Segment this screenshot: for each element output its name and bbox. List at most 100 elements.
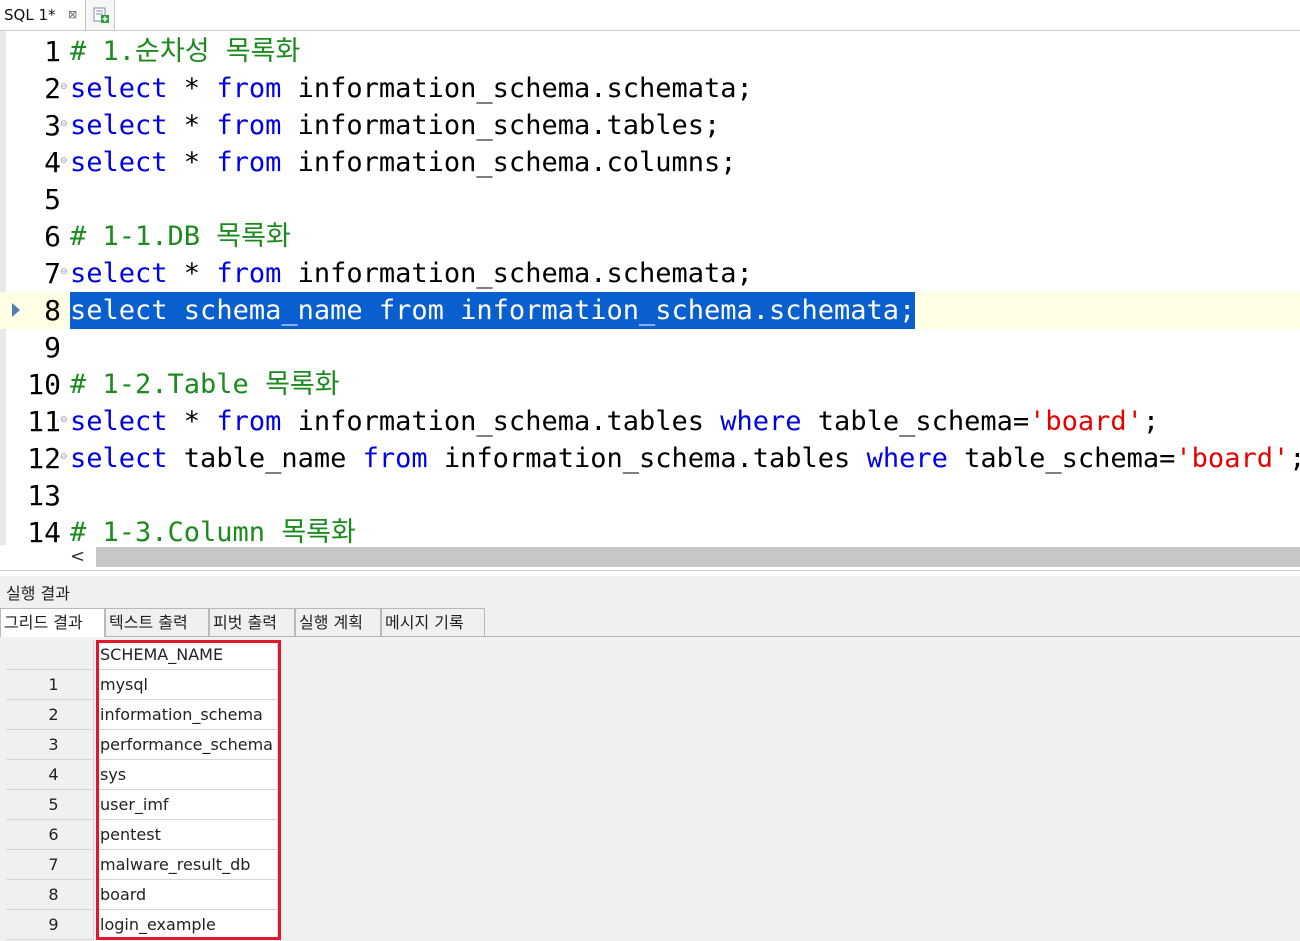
line-number: 9 [44, 331, 61, 364]
editor-line[interactable]: 5 [0, 181, 1300, 218]
editor-line[interactable]: 4 ⊖ select * from information_schema.colum… [0, 144, 1300, 181]
sql-keyword: from [216, 110, 282, 141]
sql-keyword: select [70, 295, 168, 326]
table-cell-schema-name[interactable]: information_schema [96, 700, 278, 730]
sql-text: information_schema.tables; [281, 110, 721, 141]
new-sql-tab-button[interactable] [87, 0, 115, 30]
editor-line[interactable]: 12 ⊖ select table_name from information_sc… [0, 440, 1300, 477]
code-text: # 1.순차성 목록화 [70, 33, 300, 70]
table-cell-schema-name[interactable]: sys [96, 760, 278, 790]
sql-keyword: select [70, 406, 168, 437]
sql-keyword: select [70, 110, 168, 141]
row-number[interactable]: 1 [6, 670, 94, 700]
row-number[interactable]: 7 [6, 850, 94, 880]
table-cell-schema-name[interactable]: performance_schema [96, 730, 278, 760]
fold-toggle-icon[interactable]: ⊖ [60, 120, 68, 129]
results-tabs: 그리드 결과 텍스트 출력 피벗 출력 실행 계획 메시지 기록 [0, 608, 1300, 637]
sql-keyword: select [70, 147, 168, 178]
table-cell-schema-name[interactable]: pentest [96, 820, 278, 850]
scroll-left-icon[interactable]: < [70, 546, 85, 567]
row-number[interactable]: 2 [6, 700, 94, 730]
table-cell-schema-name[interactable]: user_imf [96, 790, 278, 820]
row-number[interactable]: 3 [6, 730, 94, 760]
tab-pivot-output[interactable]: 피벗 출력 [209, 608, 295, 636]
sql-keyword: select [70, 443, 168, 474]
sql-editor[interactable]: 1 # 1.순차성 목록화 2 ⊖ select * from information_… [0, 31, 1300, 545]
sql-text: * [167, 406, 217, 437]
fold-toggle-icon[interactable]: ⊖ [60, 157, 68, 166]
row-number[interactable]: 6 [6, 820, 94, 850]
sql-text: ; [1142, 406, 1160, 437]
editor-line[interactable]: 14 # 1-3.Column 목록화 [0, 514, 1300, 545]
row-number[interactable]: 9 [6, 910, 94, 940]
code-text: select * from information_schema.schemat… [70, 255, 753, 292]
column-header-schema-name[interactable]: SCHEMA_NAME [96, 640, 278, 670]
results-panel: 실행 결과 그리드 결과 텍스트 출력 피벗 출력 실행 계획 메시지 기록 S… [0, 576, 1300, 941]
sql-keyword: select [70, 258, 168, 289]
row-number[interactable]: 4 [6, 760, 94, 790]
line-number: 3 [44, 109, 61, 142]
code-text: # 1-1.DB 목록화 [70, 218, 291, 255]
sql-text: information_schema.schemata; [443, 295, 916, 326]
editor-line[interactable]: 9 [0, 329, 1300, 366]
editor-line[interactable]: 10 # 1-2.Table 목록화 [0, 366, 1300, 403]
sql-string: 'board' [1029, 406, 1143, 437]
fold-toggle-icon[interactable]: ⊖ [60, 83, 68, 92]
editor-line[interactable]: 13 [0, 477, 1300, 514]
code-text: select * from information_schema.schemat… [70, 70, 753, 107]
sql-text: * [167, 147, 217, 178]
scrollbar-thumb[interactable] [96, 547, 1300, 567]
line-number: 2 [44, 72, 61, 105]
sql-text: * [167, 73, 217, 104]
sql-keyword: from [216, 147, 282, 178]
tab-grid-result[interactable]: 그리드 결과 [0, 608, 105, 637]
editor-tab-strip: SQL 1* ⊠ [0, 0, 1300, 31]
sql-keyword: select [70, 73, 168, 104]
editor-line[interactable]: 7 ⊖ select * from information_schema.schem… [0, 255, 1300, 292]
table-cell-schema-name[interactable]: malware_result_db [96, 850, 278, 880]
line-number: 6 [44, 220, 61, 253]
fold-toggle-icon[interactable]: ⊖ [60, 268, 68, 277]
editor-line[interactable]: 2 ⊖ select * from information_schema.schem… [0, 70, 1300, 107]
line-number: 12 [27, 442, 61, 475]
editor-line[interactable]: 11 ⊖ select * from information_schema.tabl… [0, 403, 1300, 440]
table-cell-schema-name[interactable]: mysql [96, 670, 278, 700]
sql-keyword: from [362, 443, 428, 474]
sql-text: ; [1289, 443, 1300, 474]
sql-text: table_schema= [801, 406, 1030, 437]
sql-comment: # 1.순차성 목록화 [70, 36, 301, 67]
tab-text-output[interactable]: 텍스트 출력 [105, 608, 209, 636]
editor-line[interactable]: 8 select schema_name from information_sch… [0, 292, 1300, 329]
sql-keyword: from [216, 406, 282, 437]
fold-toggle-icon[interactable]: ⊖ [60, 453, 68, 462]
editor-line[interactable]: 6 # 1-1.DB 목록화 [0, 218, 1300, 255]
sql-text: information_schema.columns; [281, 147, 737, 178]
table-cell-schema-name[interactable]: login_example [96, 910, 278, 940]
editor-horizontal-scrollbar[interactable]: < [0, 545, 1300, 571]
sql-text: information_schema.schemata; [281, 73, 753, 104]
tab-sql-1[interactable]: SQL 1* ⊠ [0, 0, 86, 30]
line-number: 10 [27, 368, 61, 401]
code-text: # 1-3.Column 목록화 [70, 514, 356, 545]
sql-text: schema_name [167, 295, 379, 326]
fold-toggle-icon[interactable]: ⊖ [60, 416, 68, 425]
code-text: select * from information_schema.columns… [70, 144, 737, 181]
code-text: select table_name from information_schem… [70, 440, 1300, 477]
code-text: select * from information_schema.tables … [70, 403, 1159, 440]
sql-keyword: from [216, 258, 282, 289]
close-tab-icon[interactable]: ⊠ [68, 0, 77, 30]
result-grid[interactable]: SCHEMA_NAME 1 mysql 2 information_schema 3 pe… [6, 640, 1300, 941]
tab-message-log[interactable]: 메시지 기록 [381, 608, 485, 636]
code-text: select * from information_schema.tables; [70, 107, 720, 144]
editor-line[interactable]: 3 ⊖ select * from information_schema.table… [0, 107, 1300, 144]
line-number: 5 [44, 183, 61, 216]
sql-text: table_schema= [947, 443, 1176, 474]
row-number[interactable]: 5 [6, 790, 94, 820]
editor-line[interactable]: 1 # 1.순차성 목록화 [0, 33, 1300, 70]
results-title: 실행 결과 [6, 584, 70, 603]
sql-keyword: where [720, 406, 802, 437]
row-number-header[interactable] [6, 640, 94, 670]
row-number[interactable]: 8 [6, 880, 94, 910]
table-cell-schema-name[interactable]: board [96, 880, 278, 910]
tab-execution-plan[interactable]: 실행 계획 [295, 608, 381, 636]
